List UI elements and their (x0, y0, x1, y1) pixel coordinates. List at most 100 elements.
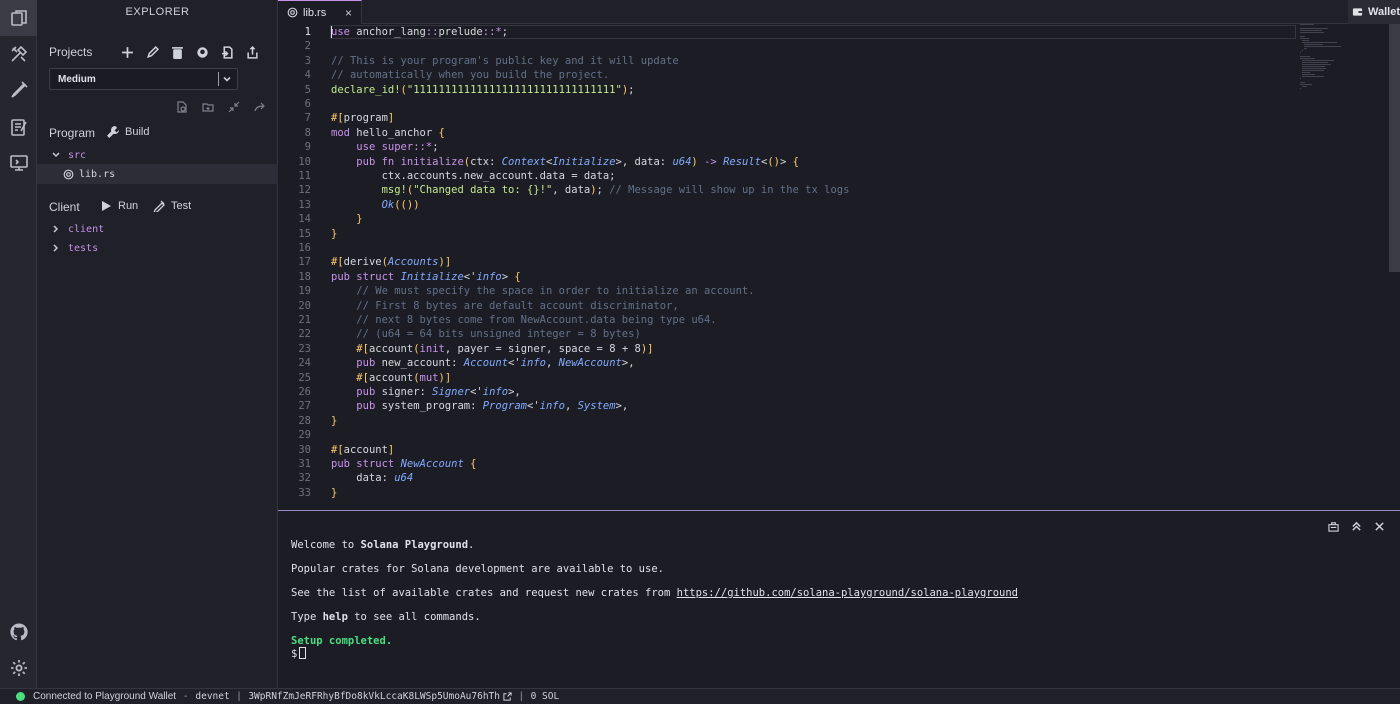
code-line[interactable]: #[account] (331, 443, 394, 457)
line-number: 13 (298, 198, 311, 211)
sidebar-title: EXPLORER (125, 6, 190, 18)
minimap-line (1302, 74, 1315, 75)
chevron-down-icon (223, 76, 231, 82)
programs-icon[interactable] (0, 145, 37, 181)
collapse-all-icon[interactable] (226, 99, 242, 115)
tutorials-icon[interactable] (0, 109, 37, 145)
close-icon[interactable] (1372, 519, 1386, 533)
import-icon[interactable] (219, 44, 235, 60)
new-file-icon[interactable] (174, 99, 190, 115)
minimap-line (1300, 24, 1314, 25)
wallet-balance: 0 SOL (530, 691, 560, 702)
new-project-icon[interactable] (119, 44, 135, 60)
export-icon[interactable] (244, 44, 260, 60)
code-line[interactable]: pub signer: Signer<'info>, (331, 385, 520, 399)
code-line[interactable]: use super::*; (331, 140, 438, 154)
code-line[interactable]: } (331, 414, 337, 428)
network-label[interactable]: devnet (195, 691, 229, 702)
wallet-address[interactable]: 3WpRNfZmJeRFRhyBfDo8kVkLccaK8LWSp5UmoAu7… (248, 691, 500, 702)
code-line[interactable]: pub system_program: Program<'info, Syste… (331, 399, 628, 413)
line-number: 28 (298, 414, 311, 427)
project-actions (119, 44, 269, 60)
code-line[interactable]: } (331, 486, 337, 500)
minimap-line (1300, 32, 1324, 33)
minimap-line (1300, 52, 1301, 53)
rename-icon[interactable] (144, 44, 160, 60)
line-number: 4 (304, 69, 311, 82)
settings-icon[interactable] (0, 650, 37, 686)
minimap[interactable] (1300, 24, 1390, 94)
test-button[interactable]: Test (153, 200, 191, 212)
run-label: Run (118, 200, 139, 212)
code-line[interactable]: // We must specify the space in order to… (331, 284, 754, 298)
minimap-line (1300, 84, 1312, 85)
minimap-line (1300, 28, 1328, 29)
code-line[interactable]: // (u64 = 64 bits unsigned integer = 8 b… (331, 327, 640, 341)
code-line[interactable]: // This is your program's public key and… (331, 54, 679, 68)
terminal-panel[interactable]: Welcome to Solana Playground. Popular cr… (278, 510, 1400, 688)
code-line[interactable]: use anchor_lang::prelude::*; (331, 25, 508, 39)
code-line[interactable]: // next 8 bytes come from NewAccount.dat… (331, 313, 716, 327)
line-number: 29 (298, 429, 311, 442)
github-icon[interactable] (0, 614, 37, 650)
code-line[interactable]: pub struct Initialize<'info> { (331, 270, 521, 284)
code-line[interactable]: pub struct NewAccount { (331, 457, 476, 471)
line-number: 8 (304, 126, 311, 139)
code-line[interactable]: } (331, 227, 337, 241)
code-line[interactable]: ctx.accounts.new_account.data = data; (331, 169, 616, 183)
build-button[interactable]: Build (107, 126, 149, 138)
maximize-icon[interactable] (1349, 519, 1363, 533)
code-line[interactable]: // First 8 bytes are default account dis… (331, 299, 678, 313)
connection-status[interactable]: Connected to Playground Wallet (33, 691, 176, 702)
folder-tests[interactable]: tests (37, 238, 278, 258)
code-line[interactable]: msg!("Changed data to: {}!", data); // M… (331, 183, 850, 197)
code-line[interactable]: pub fn initialize(ctx: Context<Initializ… (331, 155, 799, 169)
build-deploy-icon[interactable] (0, 36, 37, 72)
code-line[interactable]: mod hello_anchor { (331, 126, 445, 140)
minimap-line (1302, 70, 1324, 71)
minimap-line (1300, 36, 1305, 37)
project-select[interactable]: Medium (49, 68, 238, 90)
code-line[interactable]: #[account(mut)] (331, 371, 451, 385)
line-number: 21 (298, 314, 311, 326)
github-import-icon[interactable] (194, 44, 210, 60)
wallet-button[interactable]: Wallet (1348, 0, 1400, 24)
minimap-line (1304, 46, 1341, 47)
line-number: 23 (298, 342, 311, 355)
minimap-line (1300, 58, 1315, 59)
flask-icon (153, 200, 165, 212)
activity-bar (0, 0, 37, 688)
external-link-icon[interactable] (503, 692, 512, 701)
test-icon[interactable] (0, 72, 37, 108)
code-line[interactable]: } (331, 212, 362, 226)
share-icon[interactable] (252, 99, 268, 115)
code-line[interactable]: // automatically when you build the proj… (331, 68, 609, 82)
line-number: 24 (298, 357, 311, 370)
terminal-crates-list: See the list of available crates and req… (291, 587, 1018, 599)
close-icon[interactable]: × (345, 6, 352, 20)
code-line[interactable]: #[account(init, payer = signer, space = … (331, 342, 653, 356)
folder-tests-label: tests (68, 242, 99, 254)
line-number: 10 (298, 155, 311, 168)
folder-src-label: src (68, 149, 87, 161)
connection-status-dot (16, 692, 25, 701)
new-folder-icon[interactable] (200, 99, 216, 115)
code-line[interactable]: #[program] (331, 111, 394, 125)
run-button[interactable]: Run (100, 200, 138, 212)
code-line[interactable]: data: u64 (331, 471, 413, 485)
file-lib-rs[interactable]: lib.rs (37, 164, 278, 184)
folder-client[interactable]: client (37, 219, 278, 239)
code-line[interactable]: Ok(()) (331, 198, 420, 212)
crates-link[interactable]: https://github.com/solana-playground/sol… (677, 587, 1018, 599)
code-line[interactable]: declare_id!("111111111111111111111111111… (331, 83, 634, 97)
terminal-prompt[interactable]: $ (291, 647, 307, 660)
code-editor[interactable]: 1 2 3 4 5 6 7 8 9 10 11 12 13 14 15 16 17 18 19 20 21 22 23 24 2… (278, 24, 1400, 510)
delete-icon[interactable] (169, 44, 185, 60)
explorer-icon[interactable] (0, 0, 37, 36)
clear-terminal-icon[interactable] (1326, 519, 1340, 533)
code-line[interactable]: #[derive(Accounts)] (331, 255, 451, 269)
editor-scrollbar[interactable] (1389, 24, 1400, 272)
folder-src[interactable]: src (37, 145, 278, 165)
code-line[interactable]: pub new_account: Account<'info, NewAccou… (331, 356, 634, 370)
tab-lib-rs[interactable]: lib.rs × (278, 0, 362, 24)
